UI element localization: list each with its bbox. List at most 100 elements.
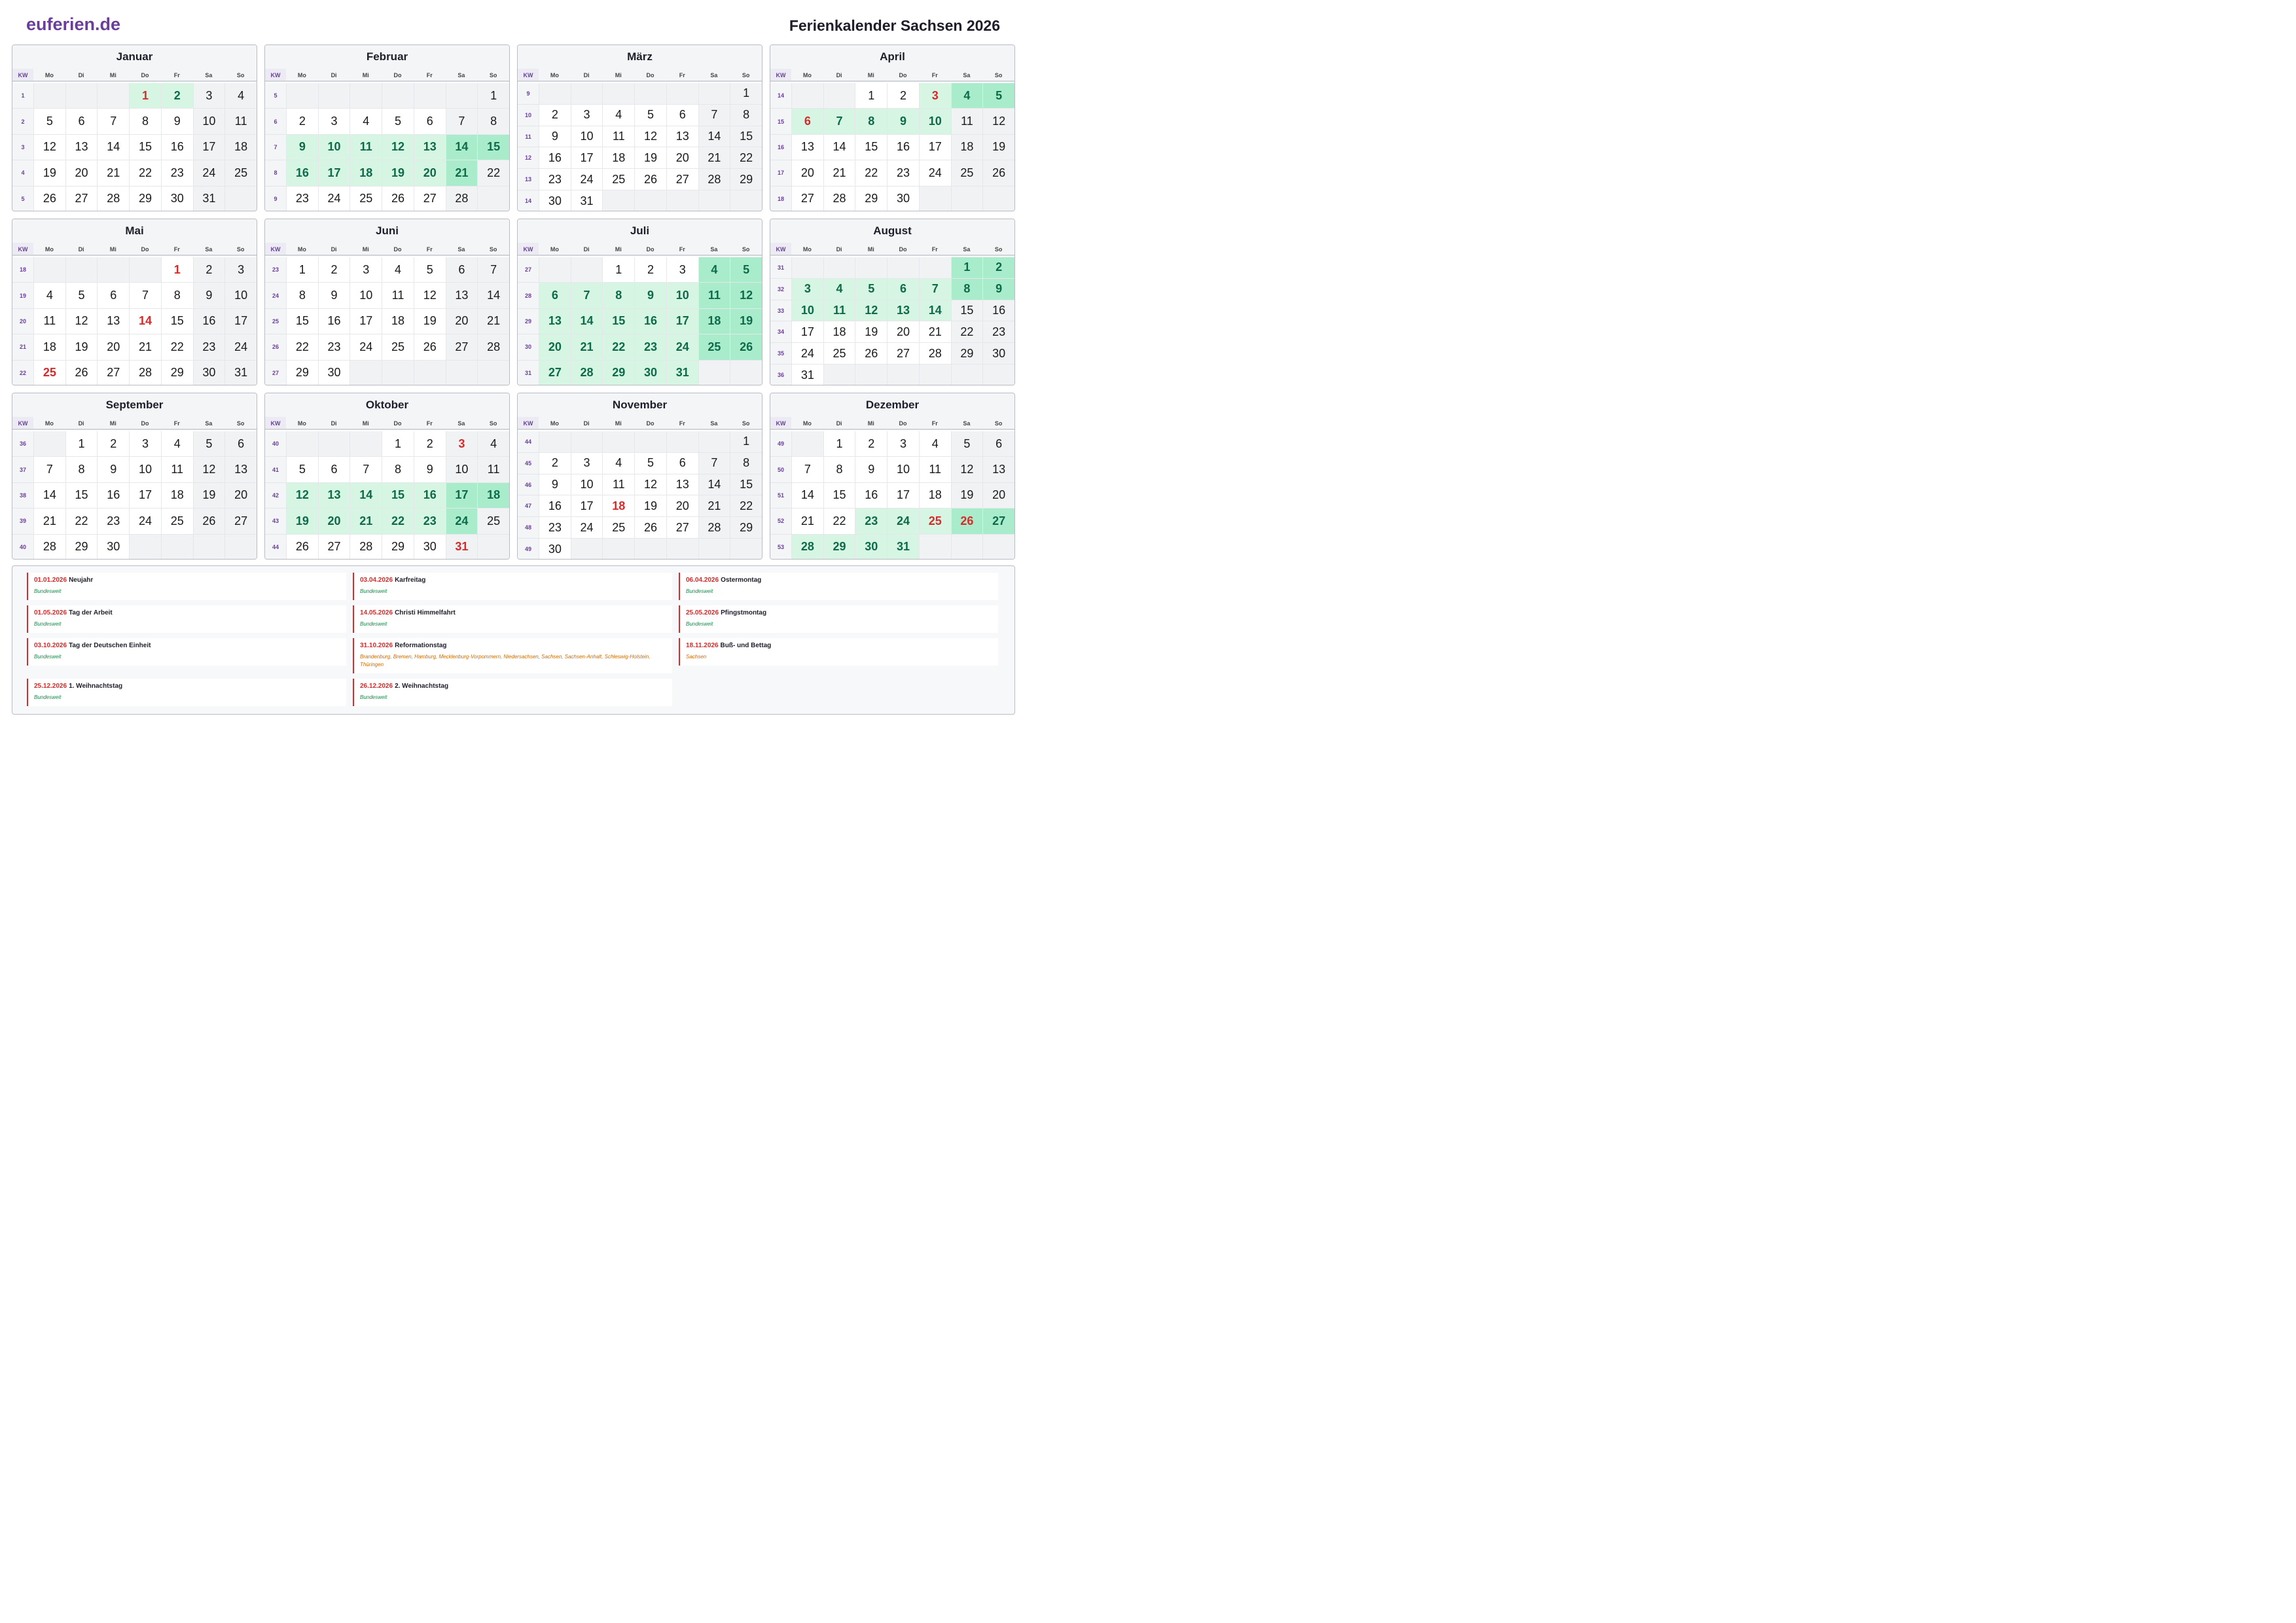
weekday-header: So (730, 243, 762, 256)
day-cell: 28 (445, 186, 478, 211)
week-number: 17 (770, 160, 791, 187)
month-name: April (770, 45, 1014, 69)
empty-day (33, 83, 65, 109)
empty-day (65, 257, 98, 283)
day-cell: 14 (129, 308, 161, 335)
week-number: 9 (518, 83, 539, 105)
kw-header: KW (770, 243, 791, 256)
holiday-date: 25.05.2026 (686, 609, 719, 616)
day-cell: 10 (666, 283, 698, 309)
weekday-header: So (982, 417, 1014, 430)
month-12: Dezember KW Mo Di Mi Do Fr Sa So 49 1 2 3 4 5 6 50 7 8 9 10 1… (770, 393, 1015, 560)
month-6: Juni KW Mo Di Mi Do Fr Sa So 23 1 2 3 4 5 6 7 24 8 9 10 11 12 1… (264, 219, 510, 385)
day-cell: 9 (887, 109, 919, 135)
day-cell: 25 (160, 508, 193, 535)
day-cell: 31 (887, 534, 919, 559)
week-number: 45 (518, 452, 539, 474)
kw-header: KW (265, 417, 286, 430)
day-cell: 25 (950, 160, 983, 187)
week-number: 3 (12, 134, 33, 161)
brand-logo[interactable]: euferien.de (26, 14, 120, 35)
day-cell: 10 (445, 457, 478, 483)
day-cell: 23 (160, 160, 193, 187)
week-number: 53 (770, 534, 791, 559)
day-cell: 26 (382, 186, 414, 211)
day-cell: 3 (918, 83, 951, 109)
day-cell: 30 (982, 343, 1014, 365)
day-cell: 9 (160, 109, 193, 135)
day-cell: 14 (791, 482, 823, 509)
weekday-header: Fr (666, 69, 698, 82)
week-number: 13 (518, 169, 539, 191)
empty-day (286, 83, 318, 109)
weekday-header: Sa (192, 417, 225, 430)
day-cell: 5 (634, 104, 666, 126)
empty-day (570, 257, 603, 283)
day-cell: 15 (286, 308, 318, 335)
day-cell: 19 (33, 160, 65, 187)
day-cell: 10 (129, 457, 161, 483)
day-cell: 24 (570, 169, 603, 191)
day-cell: 8 (950, 278, 983, 300)
day-cell: 19 (982, 134, 1014, 161)
day-cell: 4 (602, 104, 635, 126)
empty-day (823, 365, 855, 385)
day-cell: 23 (887, 160, 919, 187)
empty-day (570, 539, 603, 559)
day-cell: 23 (413, 508, 446, 535)
week-number: 48 (518, 517, 539, 539)
weekday-header: Mi (350, 417, 382, 430)
day-cell: 9 (634, 283, 666, 309)
week-number: 39 (12, 508, 33, 535)
day-cell: 18 (602, 495, 635, 518)
empty-day (918, 534, 951, 559)
week-number: 46 (518, 474, 539, 496)
day-cell: 25 (477, 508, 509, 535)
empty-day (634, 539, 666, 559)
day-cell: 20 (224, 482, 257, 509)
holiday-region: Sachsen (686, 654, 707, 660)
week-number: 18 (12, 257, 33, 283)
weekday-header: Sa (445, 243, 478, 256)
day-cell: 16 (539, 147, 571, 169)
holiday-date: 01.05.2026 (34, 609, 67, 616)
day-cell: 8 (823, 457, 855, 483)
weekday-header: So (224, 417, 257, 430)
day-cell: 14 (350, 482, 382, 509)
day-cell: 23 (539, 517, 571, 539)
day-cell: 24 (791, 343, 823, 365)
holiday-date: 25.12.2026 (34, 683, 67, 690)
week-number: 36 (770, 365, 791, 385)
day-cell: 28 (129, 360, 161, 385)
empty-day (33, 257, 65, 283)
day-cell: 7 (823, 109, 855, 135)
day-cell: 29 (730, 517, 762, 539)
weekday-header: Do (129, 69, 161, 82)
empty-day (539, 83, 571, 105)
weekday-header: Fr (413, 243, 446, 256)
day-cell: 1 (855, 83, 888, 109)
day-cell: 22 (602, 334, 635, 361)
week-number: 12 (518, 147, 539, 169)
day-cell: 9 (982, 278, 1014, 300)
empty-day (666, 190, 698, 211)
day-cell: 20 (666, 147, 698, 169)
day-cell: 1 (382, 431, 414, 457)
day-cell: 15 (160, 308, 193, 335)
empty-day (918, 365, 951, 385)
day-cell: 7 (129, 283, 161, 309)
kw-header: KW (265, 243, 286, 256)
empty-day (982, 186, 1014, 211)
day-cell: 15 (855, 134, 888, 161)
day-cell: 9 (97, 457, 130, 483)
day-cell: 1 (129, 83, 161, 109)
day-cell: 19 (286, 508, 318, 535)
day-cell: 19 (382, 160, 414, 187)
day-cell: 6 (887, 278, 919, 300)
empty-day (382, 360, 414, 385)
day-cell: 9 (855, 457, 888, 483)
day-cell: 24 (887, 508, 919, 535)
empty-day (698, 83, 730, 105)
weekday-header: Di (823, 417, 855, 430)
week-number: 23 (265, 257, 286, 283)
